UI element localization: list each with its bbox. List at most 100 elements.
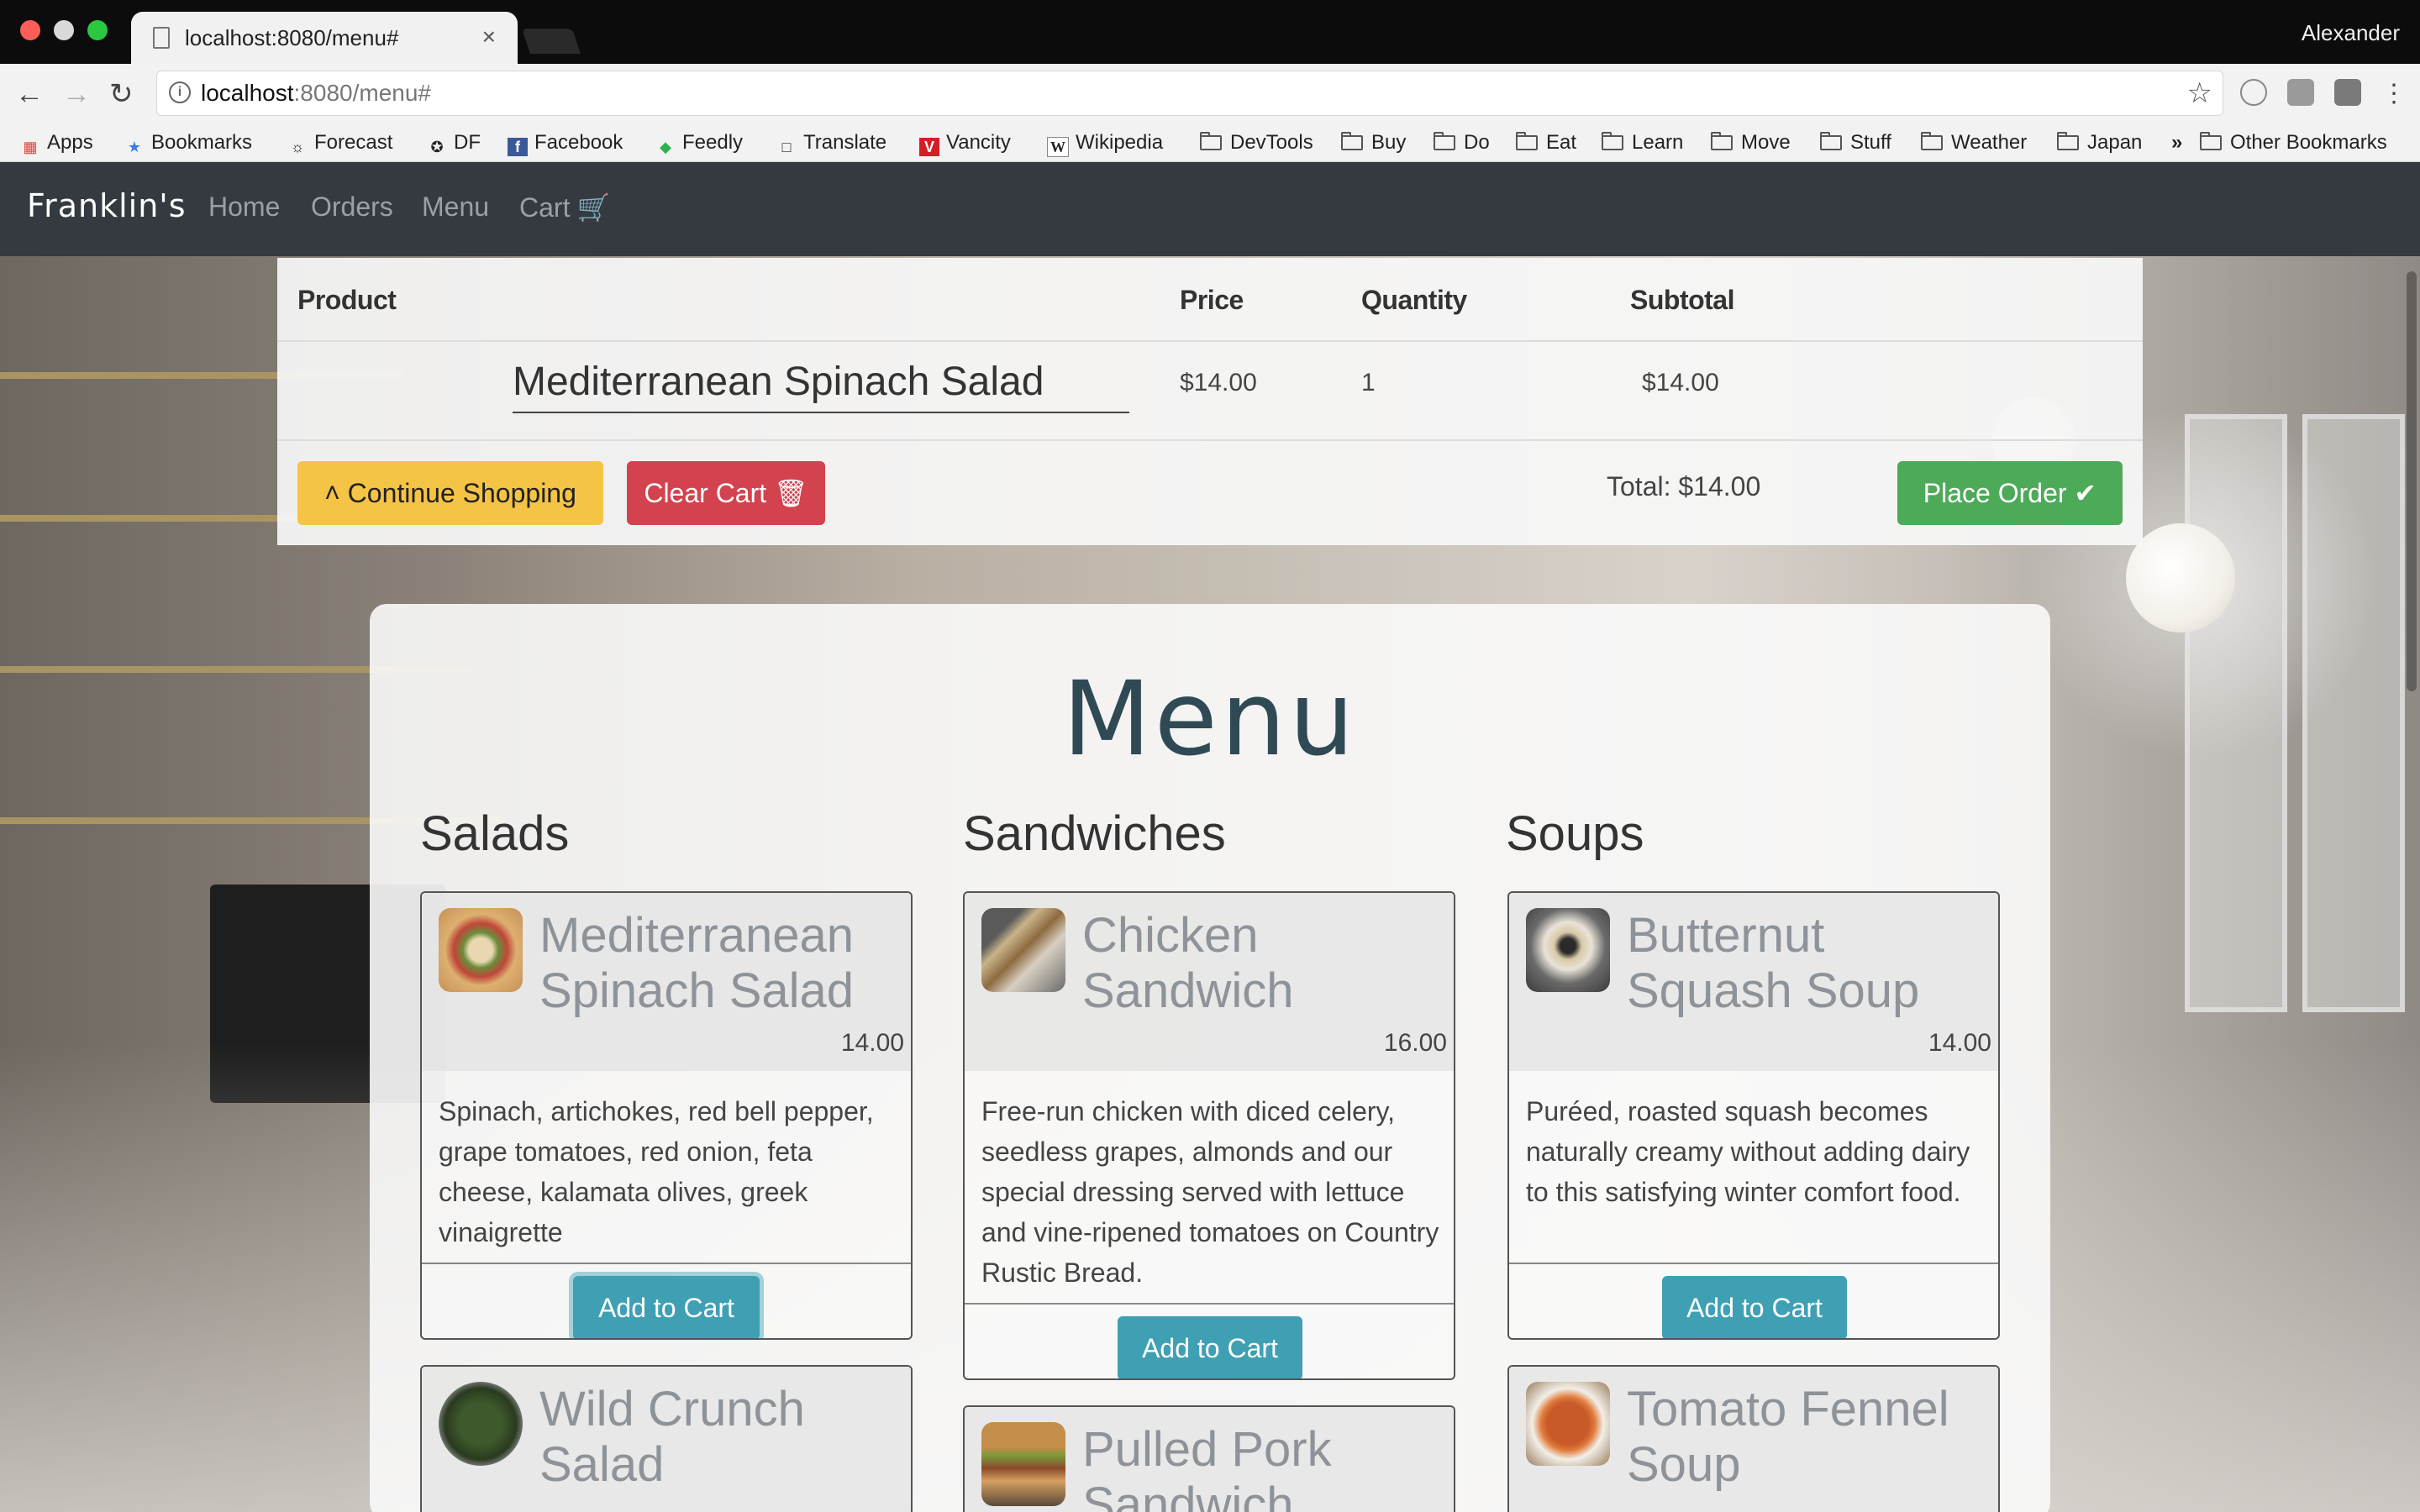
card-item-price: 16.00 (1383, 1029, 1447, 1057)
bookmark-folder-stuff[interactable]: Stuff (1820, 124, 1891, 161)
browser-titlebar: localhost:8080/menu# × Alexander (0, 0, 2420, 64)
card-item-description: Spinach, artichokes, red bell pepper, gr… (439, 1096, 874, 1247)
add-to-cart-button[interactable]: Add to Cart (573, 1276, 760, 1338)
page-viewport[interactable]: Franklin's Home Orders Menu Cart 🛒 Produc… (0, 162, 2420, 1512)
tab-title: localhost:8080/menu# (185, 25, 399, 50)
back-icon[interactable]: ← (15, 77, 44, 111)
menu-card-tomato-fennel-soup: Tomato Fennel Soup (1507, 1365, 2000, 1512)
cart-panel: Product Price Quantity Subtotal Mediterr… (277, 258, 2143, 545)
vancity-icon: V (919, 138, 939, 156)
forward-icon[interactable]: → (62, 77, 91, 111)
continue-shopping-button[interactable]: ˄ Continue Shopping (297, 461, 603, 525)
menu-card-wild-crunch-salad: Wild Crunch Salad (420, 1365, 913, 1512)
bookmark-vancity[interactable]: V Vancity (919, 124, 1011, 161)
shopping-cart-icon: 🛒 (576, 192, 611, 223)
add-to-cart-button[interactable]: Add to Cart (1662, 1276, 1847, 1338)
cart-header-quantity: Quantity (1361, 285, 1467, 315)
bookmark-folder-weather[interactable]: Weather (1921, 124, 2027, 161)
bookmark-folder-eat[interactable]: Eat (1516, 124, 1576, 161)
new-tab-button[interactable] (522, 29, 581, 54)
minimize-window-button[interactable] (54, 20, 74, 40)
menu-card-pulled-pork-sandwich: Pulled Pork Sandwich (963, 1405, 1455, 1512)
folder-icon (1820, 132, 1842, 150)
bookmark-df[interactable]: ✪ DF (427, 124, 481, 161)
address-bar[interactable]: i localhost:8080/menu# ☆ (156, 71, 2223, 116)
bookmark-folder-move[interactable]: Move (1711, 124, 1791, 161)
cart-item-product: Mediterranean Spinach Salad (513, 359, 1129, 413)
browser-toolbar: ← → ↻ i localhost:8080/menu# ☆ ⋮ (0, 64, 2420, 124)
menu-panel: Menu Salads Mediterranean Spinach Salad … (370, 604, 2050, 1512)
card-divider (1509, 1263, 1998, 1264)
place-order-button[interactable]: Place Order ✔ (1897, 461, 2123, 525)
bookmark-feedly[interactable]: ◆ Feedly (655, 124, 743, 161)
nav-link-home[interactable]: Home (208, 192, 280, 223)
bookmarks-bar: ▦ Apps ★ Bookmarks ☼ Forecast ✪ DF f Facebook… (0, 124, 2420, 162)
bookmark-forecast[interactable]: ☼ Forecast (287, 124, 393, 161)
card-item-description: Free-run chicken with diced celery, seed… (981, 1096, 1439, 1288)
bookmark-folder-do[interactable]: Do (1434, 124, 1490, 161)
cart-total: Total: $14.00 (1607, 471, 1761, 501)
folder-icon (1602, 132, 1623, 150)
card-item-price: 14.00 (1928, 1029, 1991, 1057)
profile-name[interactable]: Alexander (2302, 20, 2400, 46)
bookmark-folder-japan[interactable]: Japan (2057, 124, 2142, 161)
reload-icon[interactable]: ↻ (109, 77, 134, 111)
bookmark-translate[interactable]: □ Translate (776, 124, 887, 161)
page-icon (153, 27, 170, 49)
bookmark-folder-buy[interactable]: Buy (1341, 124, 1406, 161)
bg-window (2302, 414, 2405, 1012)
bookmark-apps[interactable]: ▦ Apps (20, 124, 92, 161)
url-text: localhost:8080/menu# (201, 80, 431, 106)
wikipedia-icon: W (1047, 137, 1069, 157)
nav-link-orders[interactable]: Orders (311, 192, 393, 223)
folder-icon (1200, 132, 1222, 150)
bookmarks-overflow-chevron[interactable]: » (2171, 124, 2182, 161)
site-brand[interactable]: Franklin's (27, 187, 187, 224)
folder-icon (2057, 132, 2079, 150)
info-icon[interactable]: i (169, 81, 191, 103)
add-to-cart-button[interactable]: Add to Cart (1118, 1316, 1302, 1378)
folder-icon (1434, 132, 1455, 150)
bookmark-folder-devtools[interactable]: DevTools (1200, 124, 1313, 161)
menu-card-mediterranean-spinach-salad: Mediterranean Spinach Salad 14.00 Spinac… (420, 891, 913, 1340)
extension-calendar-icon[interactable] (2334, 79, 2361, 106)
bookmark-facebook[interactable]: f Facebook (508, 124, 623, 161)
close-window-button[interactable] (20, 20, 40, 40)
category-title-salads: Salads (420, 806, 570, 861)
soup-thumbnail (1526, 1382, 1610, 1466)
chevron-up-icon: ˄ (324, 478, 340, 508)
maximize-window-button[interactable] (87, 20, 108, 40)
bookmark-star-icon[interactable]: ☆ (2187, 76, 2212, 110)
page-icon: □ (781, 139, 792, 155)
checkmark-icon: ✔ (2074, 478, 2097, 508)
bookmark-folder-learn[interactable]: Learn (1602, 124, 1683, 161)
bookmark-folder-other[interactable]: Other Bookmarks (2200, 124, 2387, 161)
card-item-name: Tomato Fennel Soup (1627, 1382, 1949, 1492)
category-title-soups: Soups (1506, 806, 1644, 861)
browser-menu-icon[interactable]: ⋮ (2381, 77, 2407, 111)
cart-item-subtotal: $14.00 (1642, 369, 1719, 396)
folder-icon (1711, 132, 1733, 150)
card-item-price: 14.00 (840, 1029, 904, 1057)
nav-link-menu[interactable]: Menu (422, 192, 489, 223)
page-scrollbar[interactable] (2407, 271, 2417, 691)
apps-grid-icon: ▦ (23, 139, 38, 155)
cart-header-product: Product (297, 285, 397, 315)
nav-link-cart[interactable]: Cart 🛒 (519, 192, 610, 223)
card-item-description: Puréed, roasted squash becomes naturally… (1526, 1096, 1970, 1207)
extension-info-icon[interactable] (2240, 79, 2267, 106)
close-tab-icon[interactable]: × (482, 24, 496, 50)
bookmark-bookmarks[interactable]: ★ Bookmarks (124, 124, 252, 161)
card-item-name: Pulled Pork Sandwich (1082, 1422, 1332, 1512)
clear-cart-button[interactable]: Clear Cart 🗑 (627, 461, 825, 525)
browser-tab[interactable]: localhost:8080/menu# × (131, 12, 518, 64)
feedly-icon: ◆ (660, 139, 671, 155)
extension-image-icon[interactable] (2287, 79, 2314, 106)
folder-icon (1516, 132, 1538, 150)
bookmark-wikipedia[interactable]: W Wikipedia (1047, 124, 1163, 161)
cart-header-subtotal: Subtotal (1630, 285, 1734, 315)
cart-item-quantity: 1 (1361, 369, 1376, 396)
folder-icon (1341, 132, 1363, 150)
card-item-name: Butternut Squash Soup (1627, 908, 1920, 1018)
folder-icon (1921, 132, 1943, 150)
